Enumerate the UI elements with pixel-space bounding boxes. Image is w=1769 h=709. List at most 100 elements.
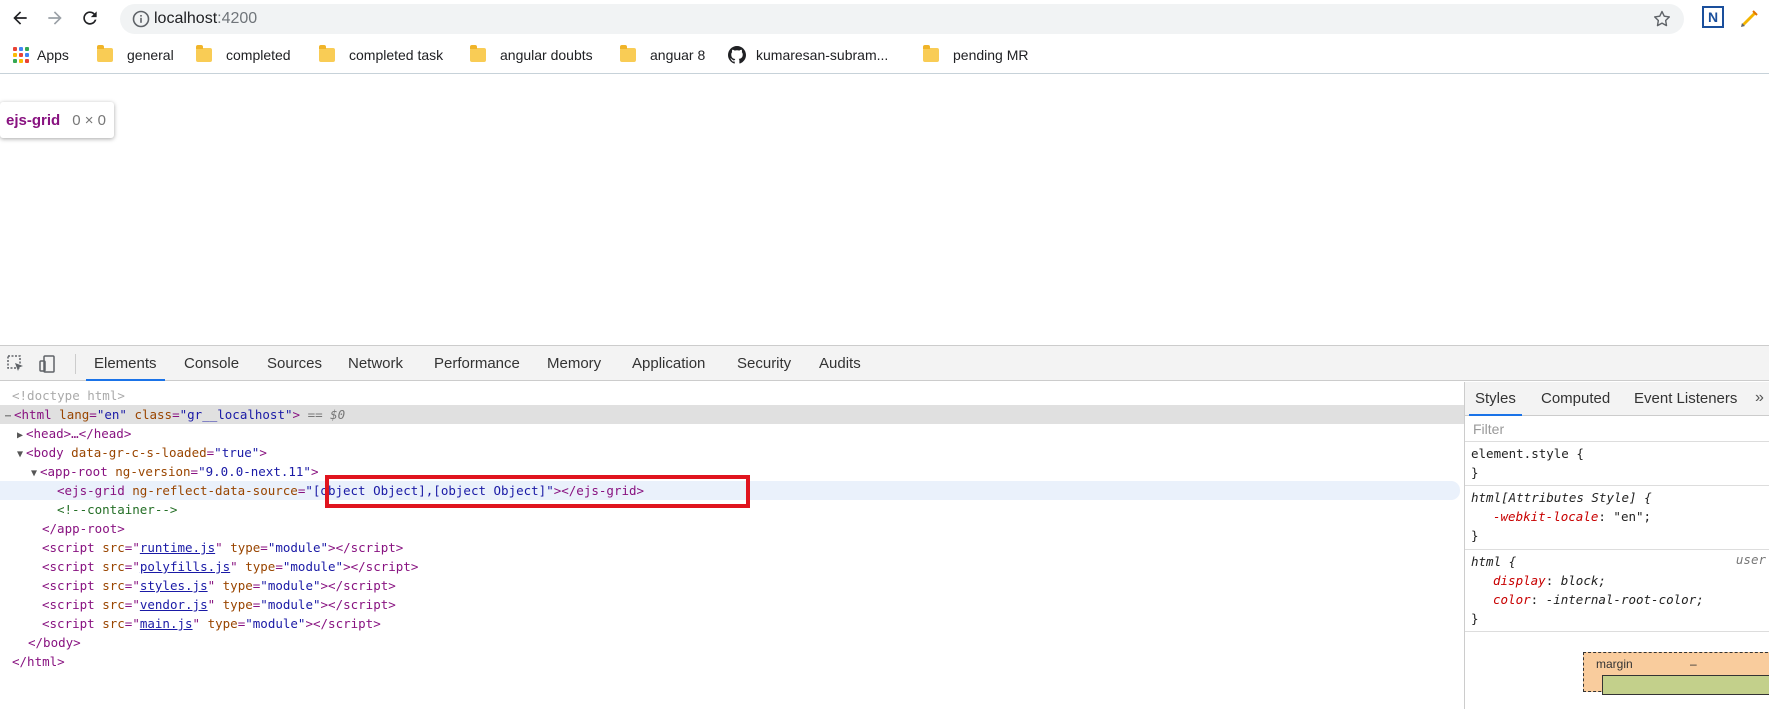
ejs-grid-open-tag: <ejs-grid [57, 483, 125, 498]
forward-icon[interactable] [43, 6, 67, 30]
bookmark-angular-doubts[interactable]: angular doubts [470, 45, 593, 65]
rule-selector: element.style { [1471, 446, 1584, 461]
bookmark-label: completed [226, 47, 291, 63]
element-inspect-tooltip: ejs-grid 0 × 0 [0, 102, 114, 138]
bookmark-apps[interactable]: Apps [13, 45, 69, 65]
body-close-tag: </body> [28, 635, 81, 650]
css-declaration[interactable]: display: block; [1471, 571, 1769, 590]
bookmark-label: completed task [349, 47, 444, 63]
dom-node-ejs-grid[interactable]: <ejs-grid ng-reflect-data-source="[objec… [0, 481, 1460, 500]
doctype-text: <!doctype html> [12, 388, 125, 403]
rule-selector: html { [1471, 554, 1517, 569]
dom-node-body[interactable]: ▼ <body data-gr-c-s-loaded="true"> [0, 443, 1464, 462]
dom-node-script[interactable]: <script src="styles.js" type="module"></… [0, 576, 1464, 595]
box-model-margin-value: – [1690, 657, 1697, 671]
body-open-tag: <body [26, 445, 64, 460]
script-src-link[interactable]: polyfills.js [140, 559, 230, 574]
attr-value: "module" [260, 597, 321, 612]
page-viewport [0, 75, 1769, 345]
script-src-link[interactable]: vendor.js [140, 597, 208, 612]
script-src-link[interactable]: main.js [140, 616, 193, 631]
back-icon[interactable] [8, 6, 32, 30]
toolbar-divider [75, 354, 76, 374]
box-model-margin-label: margin [1596, 657, 1633, 671]
bookmark-completed[interactable]: completed [196, 45, 291, 65]
attr-value: "[object Object],[object Object]" [305, 483, 554, 498]
tab-performance[interactable]: Performance [434, 346, 520, 381]
rule-element-style[interactable]: element.style { } [1465, 444, 1769, 486]
rule-source: user [1735, 552, 1766, 567]
html-open-tag: <html [14, 407, 52, 422]
inspect-element-icon[interactable] [6, 354, 26, 374]
bookmark-label: general [127, 47, 174, 63]
ejs-grid-close-tag: ></ejs-grid> [553, 483, 645, 498]
tab-computed[interactable]: Computed [1541, 382, 1610, 416]
more-tabs-icon[interactable]: » [1755, 382, 1764, 416]
attr-value: "module" [267, 540, 329, 555]
attr-name: lang [59, 407, 90, 422]
app-root-open-tag: <app-root [40, 464, 108, 479]
dom-node-head[interactable]: ▶ <head>…</head> [0, 424, 1464, 443]
bookmark-pending-mr[interactable]: pending MR [923, 45, 1029, 65]
tab-event-listeners[interactable]: Event Listeners [1634, 382, 1737, 416]
dom-node-body-close[interactable]: </body> [0, 633, 1464, 652]
bookmark-label: angular doubts [500, 47, 593, 63]
bookmark-general[interactable]: general [97, 45, 174, 65]
tab-memory[interactable]: Memory [547, 346, 601, 381]
rule-html-user-agent[interactable]: html { user display: block; color: -inte… [1465, 552, 1769, 632]
extension-n-icon[interactable]: N [1702, 6, 1724, 28]
app-root-close-tag: </app-root> [42, 521, 125, 536]
css-declaration[interactable]: -webkit-locale: "en"; [1471, 507, 1769, 526]
tab-application[interactable]: Application [632, 346, 705, 381]
site-info-icon[interactable] [132, 10, 150, 28]
dom-node-script[interactable]: <script src="main.js" type="module"></sc… [0, 614, 1464, 633]
bookmark-completed-task[interactable]: completed task [319, 45, 443, 65]
folder-icon [620, 45, 636, 62]
bookmark-github[interactable]: kumaresan-subram... [728, 45, 888, 65]
script-src-link[interactable]: styles.js [140, 578, 208, 593]
tab-console[interactable]: Console [184, 346, 239, 381]
extension-pen-icon[interactable] [1738, 6, 1762, 30]
tooltip-tag: ejs-grid [6, 111, 61, 129]
bookmark-apps-label: Apps [37, 47, 69, 63]
styles-filter-input[interactable]: Filter [1465, 416, 1769, 442]
rule-selector: html[Attributes Style] { [1471, 490, 1652, 505]
dom-node-html[interactable]: ⋯ <html lang="en" class="gr__localhost"> … [0, 405, 1464, 424]
bookmark-label: kumaresan-subram... [756, 47, 889, 63]
dom-node-app-root-close[interactable]: </app-root> [0, 519, 1464, 538]
css-value: block; [1560, 573, 1606, 588]
attr-value: "module" [245, 616, 306, 631]
tab-sources[interactable]: Sources [267, 346, 322, 381]
box-model-diagram[interactable]: margin – [1583, 652, 1769, 695]
css-declaration[interactable]: color: -internal-root-color; [1471, 590, 1769, 609]
tab-styles[interactable]: Styles [1469, 382, 1522, 416]
bookmark-label: pending MR [953, 47, 1029, 63]
styles-tabbar: Styles Computed Event Listeners » [1465, 382, 1769, 416]
bookmark-star-icon[interactable] [1652, 9, 1672, 29]
dom-node-script[interactable]: <script src="vendor.js" type="module"></… [0, 595, 1464, 614]
tab-network[interactable]: Network [348, 346, 403, 381]
reload-icon[interactable] [78, 6, 102, 30]
box-model-border [1602, 675, 1769, 695]
folder-icon [923, 45, 939, 62]
dom-node-app-root[interactable]: ▼ <app-root ng-version="9.0.0-next.11"> [0, 462, 1464, 481]
dom-node-comment[interactable]: <!--container--> [0, 500, 1464, 519]
folder-icon [196, 45, 212, 62]
tab-security[interactable]: Security [737, 346, 791, 381]
head-tag: <head>…</head> [26, 426, 132, 441]
tab-elements[interactable]: Elements [86, 346, 165, 381]
bookmark-anguar-8[interactable]: anguar 8 [620, 45, 705, 65]
script-src-link[interactable]: runtime.js [140, 540, 215, 555]
address-bar[interactable]: localhost:4200 [120, 4, 1684, 34]
dom-node-html-close[interactable]: </html> [0, 652, 1464, 671]
rule-attributes-style[interactable]: html[Attributes Style] { -webkit-locale:… [1465, 488, 1769, 550]
dom-node-script[interactable]: <script src="runtime.js" type="module"><… [0, 538, 1464, 557]
attr-name: class [134, 407, 173, 422]
css-prop: -webkit-locale [1493, 509, 1599, 524]
tab-audits[interactable]: Audits [819, 346, 861, 381]
device-toolbar-icon[interactable] [38, 354, 58, 374]
dom-node-script[interactable]: <script src="polyfills.js" type="module"… [0, 557, 1464, 576]
selected-marker: == $0 [300, 407, 346, 422]
dom-node-doctype[interactable]: <!doctype html> [0, 386, 1464, 405]
html-close-bracket: > [292, 407, 301, 422]
